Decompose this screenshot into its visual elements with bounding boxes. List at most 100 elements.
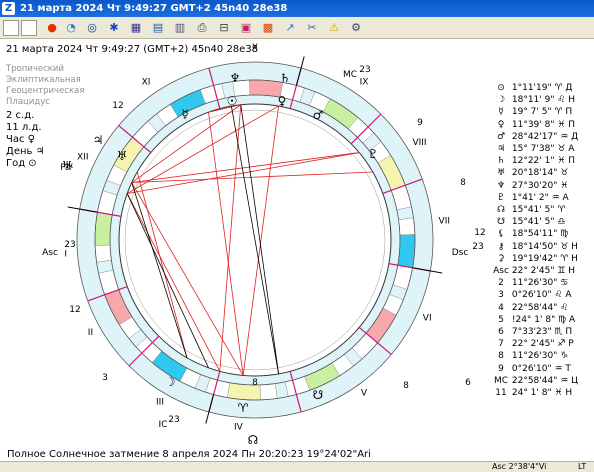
planet-row[interactable]: ⚳ 19°19'42" ♈ Н bbox=[493, 253, 578, 265]
planet-row[interactable]: ♇ 1°41' 2" ♒ А bbox=[493, 192, 578, 204]
planet-position: 1°11'19" ♈ Д bbox=[509, 83, 573, 93]
planet-symbol: ⚸ bbox=[497, 229, 505, 240]
planet-position: 11°39' 8" ♓ П bbox=[509, 119, 576, 130]
cusp-degree: 3 bbox=[102, 373, 108, 383]
planet-row[interactable]: 8 11°26'30" ♑ bbox=[493, 350, 578, 362]
cusp-degree: 12 bbox=[112, 101, 123, 111]
table-icon[interactable]: ▥ bbox=[172, 20, 188, 36]
new-icon[interactable] bbox=[3, 20, 19, 36]
planet-symbol: 9 bbox=[498, 363, 504, 374]
aspect-icon[interactable]: ▣ bbox=[238, 20, 254, 36]
print-icon[interactable]: ⎙ bbox=[194, 20, 210, 36]
open-icon[interactable] bbox=[21, 20, 37, 36]
planet-symbol: ♅ bbox=[496, 168, 506, 179]
planet-row[interactable]: ☋ 15°41' 5" ♎ bbox=[493, 216, 578, 228]
planet-position: 0°26'10" ♌ А bbox=[509, 290, 572, 301]
planet-glyph: ♇ bbox=[368, 147, 379, 161]
planet-row[interactable]: ☿ 19° 7' 5" ♈ П bbox=[493, 106, 578, 118]
planet-row[interactable]: Asc 22° 2'45" ♊ Н bbox=[493, 265, 578, 277]
planet-row[interactable]: ♄ 12°22' 1" ♓ П bbox=[493, 155, 578, 167]
natal-chart-wheel[interactable]: XIXVIIIVIIVIVIVIIIIIIXIIXIAsc23Dsc23MC 23… bbox=[0, 40, 490, 450]
wand-icon[interactable]: ✂ bbox=[304, 20, 320, 36]
planet-symbol: ⚷ bbox=[497, 241, 505, 252]
planet-row[interactable]: ⊙ 1°11'19" ♈ Д bbox=[493, 82, 578, 94]
planet-row[interactable]: ⚷ 18°14'50" ♉ Н bbox=[493, 241, 578, 253]
star-icon[interactable]: ✱ bbox=[106, 20, 122, 36]
cusp-degree: 9 bbox=[417, 118, 423, 128]
house-number: XII bbox=[77, 153, 88, 163]
cusp-degree: 8 bbox=[460, 178, 466, 188]
planet-position: 18°14'50" ♉ Н bbox=[509, 241, 578, 252]
retro-label: P♅ bbox=[60, 163, 74, 173]
status-asc: Asc 2°38'4"Vi bbox=[492, 462, 547, 471]
planet-row[interactable]: 9 0°26'10" ♒ Т bbox=[493, 363, 578, 375]
planet-icon[interactable]: ◎ bbox=[84, 20, 100, 36]
planet-row[interactable]: MC 22°58'44" ♒ Ц bbox=[493, 375, 578, 387]
status-bar: Asc 2°38'4"Vi LT bbox=[0, 461, 594, 472]
cusp-degree: 12 bbox=[69, 305, 80, 315]
planet-symbol: ⚳ bbox=[497, 253, 505, 264]
planet-position: 12°22' 1" ♓ П bbox=[509, 156, 576, 167]
window-title: 21 марта 2024 Чт 9:49:27 GMT+2 45n40 28e… bbox=[20, 3, 288, 14]
planet-row[interactable]: ☽ 18°11' 9" ♌ Н bbox=[493, 94, 578, 106]
ic-label: IC bbox=[159, 420, 168, 430]
planet-symbol: 8 bbox=[498, 351, 504, 362]
planet-row[interactable]: 4 22°58'44" ♌ bbox=[493, 302, 578, 314]
cusp-degree: 8 bbox=[252, 378, 258, 388]
planet-row[interactable]: ♆ 27°30'20" ♓ bbox=[493, 180, 578, 192]
planet-position: 27°30'20" ♓ bbox=[509, 180, 569, 191]
planet-symbol: 6 bbox=[498, 327, 504, 338]
planet-row[interactable]: 6 7°33'23" ♏ П bbox=[493, 326, 578, 338]
toolbar: ● ◔ ◎ ✱ ▦ ▤ ▥ ⎙ ⊟ ▣ ▩ ↗ ✂ ⚠ ⚙ bbox=[0, 17, 594, 39]
settings-icon[interactable]: ⚙ bbox=[348, 20, 364, 36]
eclipse-notice: Полное Солнечное затмение 8 апреля 2024 … bbox=[7, 449, 371, 460]
planet-symbol: ♃ bbox=[496, 144, 506, 155]
planet-row[interactable]: ⚸ 18°54'11" ♍ bbox=[493, 228, 578, 240]
planet-symbol: 4 bbox=[498, 302, 504, 313]
planet-row[interactable]: ♃ 15° 7'38" ♉ А bbox=[493, 143, 578, 155]
planet-row[interactable]: ♂ 28°42'17" ♒ Д bbox=[493, 131, 578, 143]
planet-position: 0°26'10" ♒ Т bbox=[509, 363, 571, 374]
house-number: VII bbox=[439, 216, 450, 226]
app-icon: Z bbox=[2, 2, 15, 15]
planet-position: 22° 2'45" ♊ Н bbox=[509, 266, 576, 277]
planet-position: 11°26'30" ♑ bbox=[509, 351, 569, 362]
cusp-degree: 12 bbox=[474, 228, 485, 238]
stop-icon[interactable]: ● bbox=[44, 20, 60, 36]
planet-row[interactable]: 3 0°26'10" ♌ А bbox=[493, 289, 578, 301]
cusp-degree: 6 bbox=[465, 378, 471, 388]
planet-position: 15° 7'38" ♉ А bbox=[509, 144, 575, 155]
planet-row[interactable]: ☊ 15°41' 5" ♈ bbox=[493, 204, 578, 216]
house-number: VIII bbox=[412, 138, 426, 148]
grid-icon[interactable]: ▤ bbox=[150, 20, 166, 36]
planet-row[interactable]: 11 24° 1' 8" ♓ Н bbox=[493, 387, 578, 399]
planet-position: 19° 7' 5" ♈ П bbox=[509, 107, 573, 118]
warning-icon[interactable]: ⚠ bbox=[326, 20, 342, 36]
planet-position: 18°11' 9" ♌ Н bbox=[509, 95, 576, 106]
planet-symbol: ⊙ bbox=[497, 83, 505, 93]
planet-row[interactable]: ♅ 20°18'14" ♉ bbox=[493, 167, 578, 179]
planet-symbol: ♇ bbox=[496, 192, 506, 203]
planet-symbol: MC bbox=[493, 375, 509, 386]
window-titlebar: Z 21 марта 2024 Чт 9:49:27 GMT+2 45n40 2… bbox=[0, 0, 594, 17]
planet-symbol: ♆ bbox=[496, 180, 506, 191]
wheel-icon[interactable]: ▩ bbox=[260, 20, 276, 36]
planet-symbol: Asc bbox=[493, 266, 509, 277]
planet-symbol: ☽ bbox=[496, 95, 506, 106]
planet-row[interactable]: 5 !24° 1' 8" ♍ А bbox=[493, 314, 578, 326]
planet-row[interactable]: 7 22° 2'45" ♐ Р bbox=[493, 338, 578, 350]
house-number: III bbox=[156, 398, 164, 408]
planet-row[interactable]: ♀ 11°39' 8" ♓ П bbox=[493, 119, 578, 131]
cusp-degree: 8 bbox=[403, 381, 409, 391]
asc-degree: 23 bbox=[64, 240, 75, 250]
clock-icon[interactable]: ⊟ bbox=[216, 20, 232, 36]
planet-row[interactable]: 2 11°26'30" ♋ bbox=[493, 277, 578, 289]
planet-glyph: ☽ bbox=[165, 375, 176, 389]
tools-icon[interactable]: ↗ bbox=[282, 20, 298, 36]
calendar-icon[interactable]: ▦ bbox=[128, 20, 144, 36]
asc-label: Asc bbox=[42, 248, 58, 258]
planet-symbol: 2 bbox=[498, 278, 504, 289]
chart-icon[interactable]: ◔ bbox=[63, 20, 79, 36]
mc-label: MC bbox=[343, 70, 357, 80]
planet-position: 19°19'42" ♈ Н bbox=[509, 253, 578, 264]
